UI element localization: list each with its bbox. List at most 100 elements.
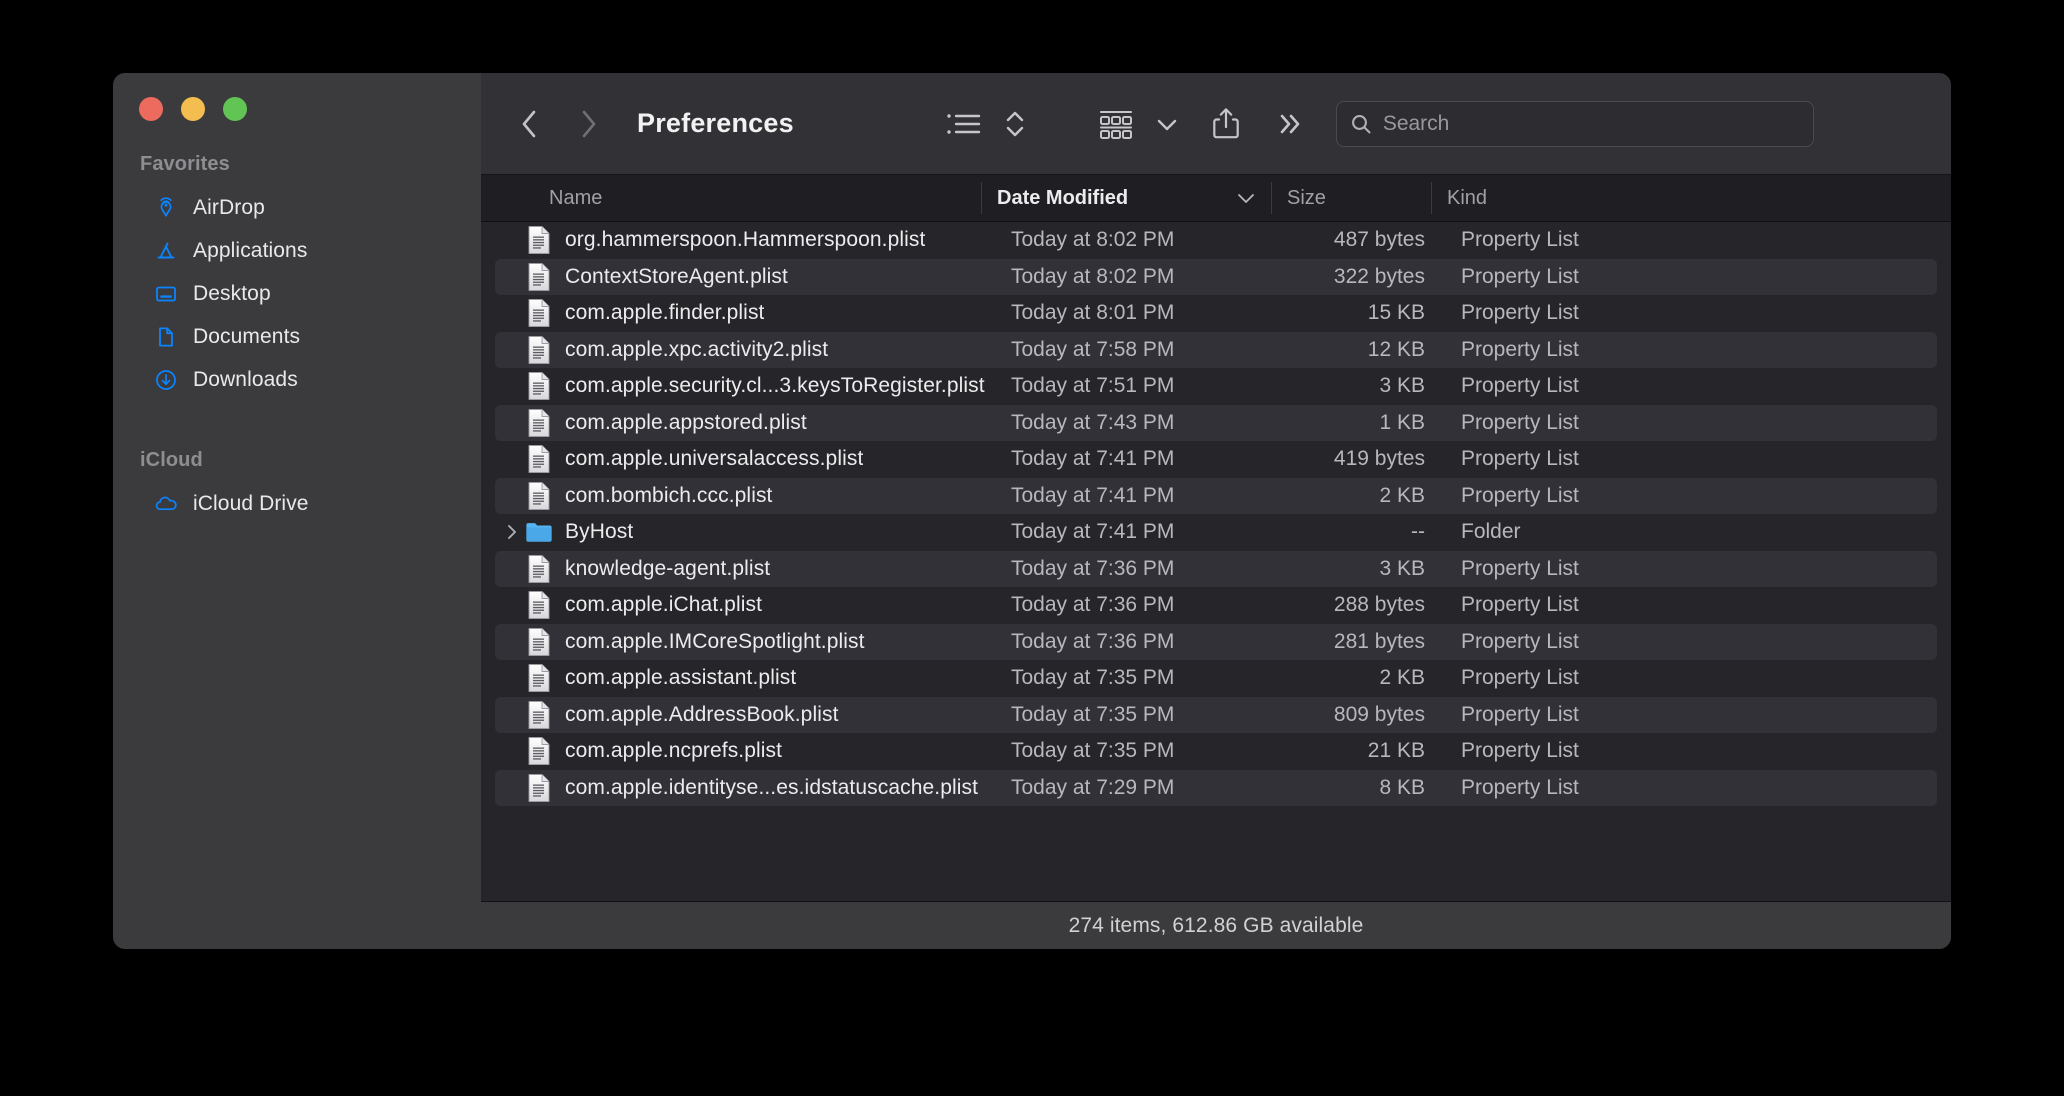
close-button[interactable] <box>139 97 163 121</box>
plist-file-icon <box>525 481 553 510</box>
search-icon <box>1349 112 1373 136</box>
file-kind: Property List <box>1461 264 1579 288</box>
sidebar-item-label: iCloud Drive <box>193 491 309 515</box>
view-options-group <box>938 101 1032 147</box>
finder-window: Favorites AirDrop Applications Desktop D… <box>113 73 1951 949</box>
table-row[interactable]: ContextStoreAgent.plist Today at 8:02 PM 3… <box>495 258 1937 295</box>
file-kind: Property List <box>1461 593 1579 617</box>
sidebar-item-icloud-drive[interactable]: iCloud Drive <box>125 482 469 525</box>
back-button[interactable] <box>503 97 557 151</box>
file-date-modified: Today at 7:43 PM <box>1011 410 1175 434</box>
table-row[interactable]: knowledge-agent.plist Today at 7:36 PM 3 K… <box>495 550 1937 587</box>
file-list[interactable]: org.hammerspoon.Hammerspoon.plist Today a… <box>481 222 1951 901</box>
file-date-modified: Today at 7:35 PM <box>1011 702 1175 726</box>
file-name: com.apple.finder.plist <box>565 301 765 325</box>
plist-file-icon <box>525 773 553 802</box>
plist-file-icon <box>525 737 553 766</box>
file-kind: Property List <box>1461 337 1579 361</box>
applications-icon <box>153 238 179 264</box>
file-kind: Property List <box>1461 374 1579 398</box>
plist-file-icon <box>525 335 553 364</box>
plist-file-icon <box>525 700 553 729</box>
table-row[interactable]: org.hammerspoon.Hammerspoon.plist Today a… <box>495 222 1937 259</box>
column-header-kind[interactable]: Kind <box>1431 175 1951 221</box>
table-row[interactable]: com.apple.finder.plist Today at 8:01 PM 15… <box>495 295 1937 332</box>
file-date-modified: Today at 7:51 PM <box>1011 374 1175 398</box>
file-size: 3 KB <box>1379 374 1425 398</box>
file-size: 12 KB <box>1367 337 1425 361</box>
column-header-size[interactable]: Size <box>1271 175 1431 221</box>
file-name: com.bombich.ccc.plist <box>565 483 773 507</box>
window-body: Favorites AirDrop Applications Desktop D… <box>113 73 1951 949</box>
file-date-modified: Today at 7:41 PM <box>1011 447 1175 471</box>
column-headers: Name Date Modified Size Kind <box>481 174 1951 222</box>
sidebar-section-header-icloud: iCloud <box>140 449 203 471</box>
file-size: 21 KB <box>1367 739 1425 763</box>
file-name: com.apple.security.cl...3.keysToRegister… <box>565 374 985 398</box>
minimize-button[interactable] <box>181 97 205 121</box>
table-row[interactable]: com.apple.universalaccess.plist Today at … <box>495 441 1937 478</box>
cell-name: ContextStoreAgent.plist <box>495 262 995 291</box>
column-header-date-modified[interactable]: Date Modified <box>981 175 1271 221</box>
table-row[interactable]: com.apple.assistant.plist Today at 7:35 P… <box>495 660 1937 697</box>
file-size: 8 KB <box>1379 775 1425 799</box>
chevron-down-icon[interactable] <box>1150 101 1184 147</box>
list-view-button[interactable] <box>938 101 990 147</box>
zoom-button[interactable] <box>223 97 247 121</box>
sidebar-section-header-favorites: Favorites <box>140 153 230 175</box>
file-size: 3 KB <box>1379 556 1425 580</box>
file-date-modified: Today at 7:36 PM <box>1011 629 1175 653</box>
file-size: -- <box>1411 520 1425 544</box>
cell-name: com.apple.AddressBook.plist <box>495 700 995 729</box>
plist-file-icon <box>525 627 553 656</box>
table-row[interactable]: com.apple.IMCoreSpotlight.plist Today at … <box>495 623 1937 660</box>
table-row[interactable]: com.apple.appstored.plist Today at 7:43 P… <box>495 404 1937 441</box>
table-row[interactable]: com.apple.ncprefs.plist Today at 7:35 PM 2… <box>495 733 1937 770</box>
search-input[interactable] <box>1382 111 1801 136</box>
sidebar-item-label: AirDrop <box>193 195 265 219</box>
sidebar-section-favorites: Favorites AirDrop Applications Desktop D… <box>113 145 481 401</box>
file-size: 2 KB <box>1379 483 1425 507</box>
sidebar-item-applications[interactable]: Applications <box>125 229 469 272</box>
file-kind: Property List <box>1461 301 1579 325</box>
desktop-icon <box>153 281 179 307</box>
table-row[interactable]: ByHost Today at 7:41 PM -- Folder <box>495 514 1937 551</box>
table-row[interactable]: com.apple.security.cl...3.keysToRegister… <box>495 368 1937 405</box>
sort-descending-chevron-icon <box>1235 190 1257 206</box>
file-kind: Property List <box>1461 666 1579 690</box>
cell-name: com.apple.IMCoreSpotlight.plist <box>495 627 995 656</box>
sidebar-item-label: Desktop <box>193 281 271 305</box>
search-field[interactable] <box>1335 100 1814 147</box>
sidebar-item-desktop[interactable]: Desktop <box>125 272 469 315</box>
group-by-button[interactable] <box>1090 101 1142 147</box>
share-button[interactable] <box>1200 98 1252 150</box>
column-header-label: Name <box>549 186 603 209</box>
forward-button[interactable] <box>561 97 615 151</box>
more-toolbar-items-icon[interactable] <box>1264 98 1316 150</box>
table-row[interactable]: com.apple.AddressBook.plist Today at 7:35… <box>495 696 1937 733</box>
file-name: com.apple.IMCoreSpotlight.plist <box>565 629 865 653</box>
cell-name: com.apple.appstored.plist <box>495 408 995 437</box>
sort-order-button[interactable] <box>998 101 1032 147</box>
cell-name: org.hammerspoon.Hammerspoon.plist <box>495 226 995 255</box>
table-row[interactable]: com.apple.xpc.activity2.plist Today at 7:… <box>495 331 1937 368</box>
column-header-name[interactable]: Name <box>481 175 981 221</box>
table-row[interactable]: com.apple.identityse...es.idstatuscache.… <box>495 769 1937 806</box>
status-bar: 274 items, 612.86 GB available <box>481 901 1951 949</box>
file-name: org.hammerspoon.Hammerspoon.plist <box>565 228 926 252</box>
plist-file-icon <box>525 664 553 693</box>
sidebar: Favorites AirDrop Applications Desktop D… <box>113 73 481 949</box>
table-row[interactable]: com.bombich.ccc.plist Today at 7:41 PM 2 K… <box>495 477 1937 514</box>
plist-file-icon <box>525 299 553 328</box>
page-title: Preferences <box>637 108 794 138</box>
file-size: 1 KB <box>1379 410 1425 434</box>
file-kind: Property List <box>1461 739 1579 763</box>
file-kind: Property List <box>1461 410 1579 434</box>
sidebar-item-airdrop[interactable]: AirDrop <box>125 186 469 229</box>
file-size: 15 KB <box>1367 301 1425 325</box>
sidebar-item-downloads[interactable]: Downloads <box>125 358 469 401</box>
file-kind: Property List <box>1461 702 1579 726</box>
sidebar-item-documents[interactable]: Documents <box>125 315 469 358</box>
disclosure-chevron-icon[interactable] <box>499 522 525 542</box>
table-row[interactable]: com.apple.iChat.plist Today at 7:36 PM 288… <box>495 587 1937 624</box>
